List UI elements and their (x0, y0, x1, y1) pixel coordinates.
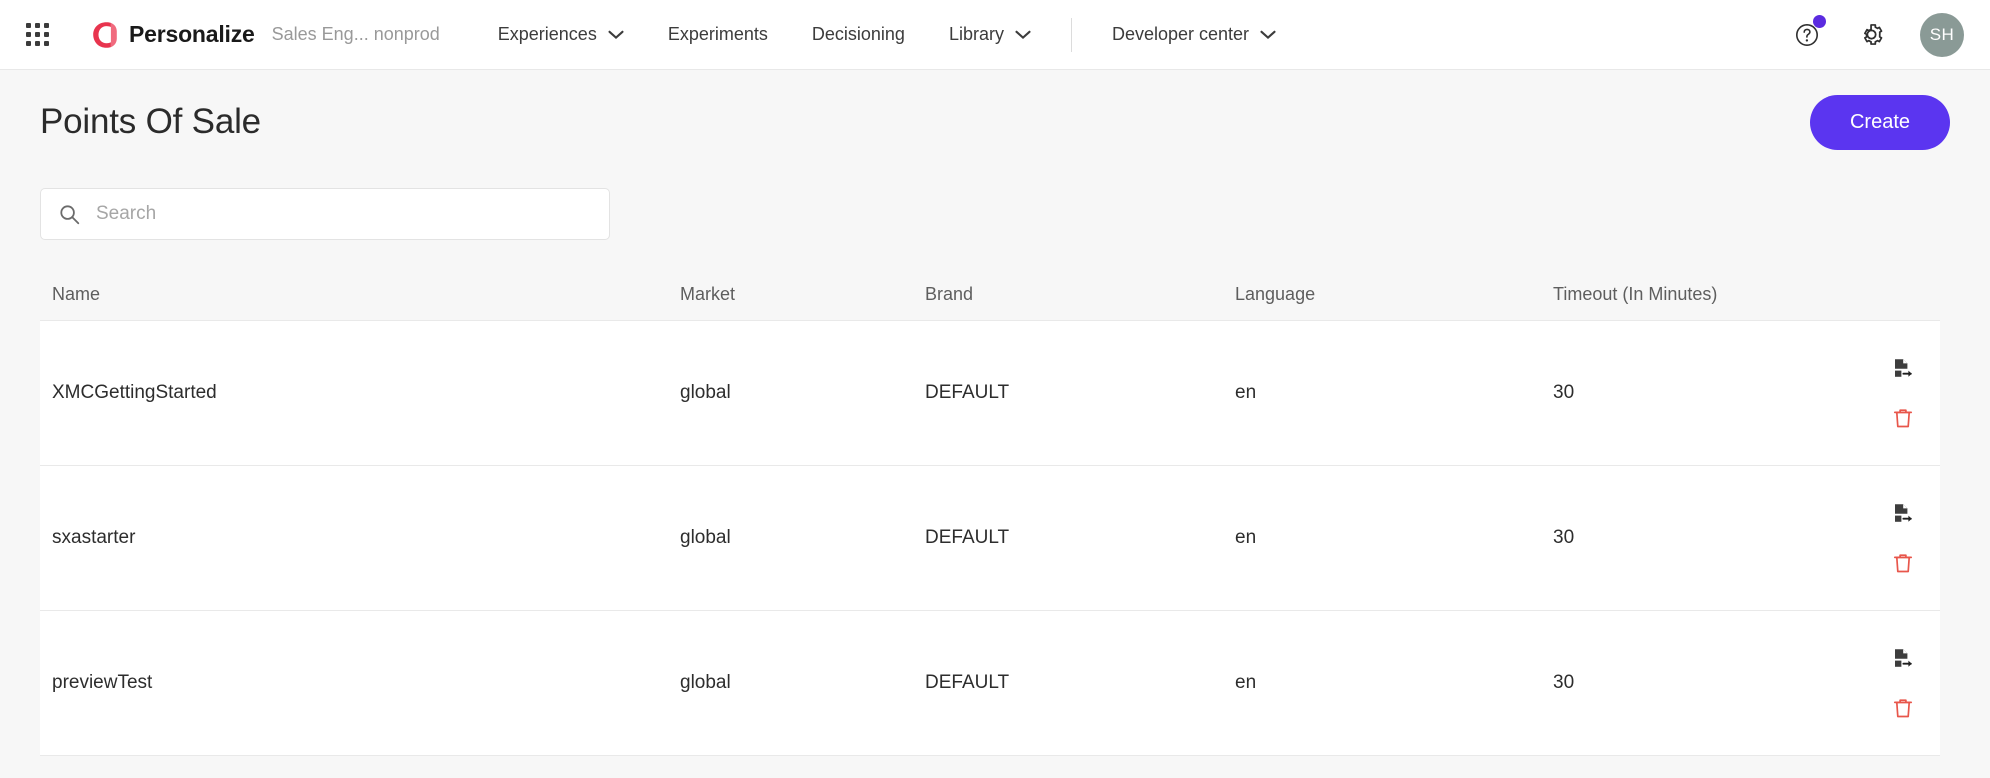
cell-name: sxastarter (40, 527, 680, 549)
cell-market: global (680, 382, 925, 404)
chevron-down-icon (1015, 30, 1031, 40)
file-export-icon (1892, 647, 1914, 669)
page-title: Points Of Sale (40, 102, 261, 142)
top-navigation-bar: Personalize Sales Eng... nonprod Experie… (0, 0, 1990, 70)
cell-language: en (1235, 672, 1553, 694)
avatar-initials: SH (1930, 25, 1954, 45)
cell-brand: DEFAULT (925, 382, 1235, 404)
cell-market: global (680, 672, 925, 694)
gear-icon (1858, 21, 1885, 48)
nav-item-library-label: Library (949, 24, 1004, 45)
delete-button[interactable] (1888, 693, 1918, 723)
grid-apps-dots (26, 23, 49, 46)
row-actions (1808, 353, 1940, 433)
cell-timeout: 30 (1553, 527, 1808, 549)
search-section (40, 174, 1950, 240)
brand-name: Personalize (129, 21, 255, 48)
export-button[interactable] (1888, 353, 1918, 383)
nav-item-experiences-label: Experiences (498, 24, 597, 45)
nav-item-experiments-label: Experiments (668, 24, 768, 45)
cell-name: XMCGettingStarted (40, 382, 680, 404)
table-row[interactable]: previewTest global DEFAULT en 30 (40, 611, 1940, 756)
avatar[interactable]: SH (1920, 13, 1964, 57)
file-export-icon (1892, 357, 1914, 379)
cell-market: global (680, 527, 925, 549)
cell-language: en (1235, 382, 1553, 404)
trash-icon (1892, 697, 1914, 720)
nav-divider (1071, 18, 1072, 52)
table-row[interactable]: XMCGettingStarted global DEFAULT en 30 (40, 321, 1940, 466)
row-actions (1808, 498, 1940, 578)
file-export-icon (1892, 502, 1914, 524)
row-actions (1808, 643, 1940, 723)
nav-item-decisioning[interactable]: Decisioning (790, 14, 927, 55)
search-input[interactable] (96, 203, 591, 225)
column-header-market: Market (680, 284, 925, 305)
chevron-down-icon (1260, 30, 1276, 40)
column-header-name: Name (40, 284, 680, 305)
tenant-label: Sales Eng... nonprod (272, 24, 440, 45)
cell-name: previewTest (40, 672, 680, 694)
nav-item-developer-center-label: Developer center (1112, 24, 1249, 45)
points-of-sale-table: Name Market Brand Language Timeout (In M… (40, 269, 1940, 756)
column-header-brand: Brand (925, 284, 1235, 305)
settings-button[interactable] (1852, 16, 1890, 54)
trash-icon (1892, 552, 1914, 575)
delete-button[interactable] (1888, 548, 1918, 578)
cell-timeout: 30 (1553, 672, 1808, 694)
grid-apps-icon[interactable] (14, 12, 60, 58)
nav-item-experiences[interactable]: Experiences (476, 14, 646, 55)
nav-item-library[interactable]: Library (927, 14, 1053, 55)
create-button[interactable]: Create (1810, 95, 1950, 150)
sitecore-personalize-logo (88, 20, 118, 50)
search-icon (59, 204, 80, 225)
nav-item-experiments[interactable]: Experiments (646, 14, 790, 55)
page-header: Points Of Sale Create (40, 70, 1950, 174)
export-button[interactable] (1888, 498, 1918, 528)
notification-dot (1813, 15, 1826, 28)
column-header-timeout: Timeout (In Minutes) (1553, 284, 1808, 305)
brand-home-link[interactable]: Personalize (88, 20, 255, 50)
table-header-row: Name Market Brand Language Timeout (In M… (40, 269, 1940, 321)
cell-brand: DEFAULT (925, 672, 1235, 694)
trash-icon (1892, 407, 1914, 430)
nav-item-developer-center[interactable]: Developer center (1090, 14, 1298, 55)
chevron-down-icon (608, 30, 624, 40)
export-button[interactable] (1888, 643, 1918, 673)
cell-language: en (1235, 527, 1553, 549)
topbar-actions: SH (1788, 13, 1964, 57)
search-box[interactable] (40, 188, 610, 240)
column-header-language: Language (1235, 284, 1553, 305)
cell-brand: DEFAULT (925, 527, 1235, 549)
primary-nav: Experiences Experiments Decisioning Libr… (476, 14, 1298, 55)
table-row[interactable]: sxastarter global DEFAULT en 30 (40, 466, 1940, 611)
page-content: Points Of Sale Create Name Market Brand … (0, 70, 1990, 756)
nav-item-decisioning-label: Decisioning (812, 24, 905, 45)
help-button[interactable] (1788, 16, 1826, 54)
delete-button[interactable] (1888, 403, 1918, 433)
cell-timeout: 30 (1553, 382, 1808, 404)
